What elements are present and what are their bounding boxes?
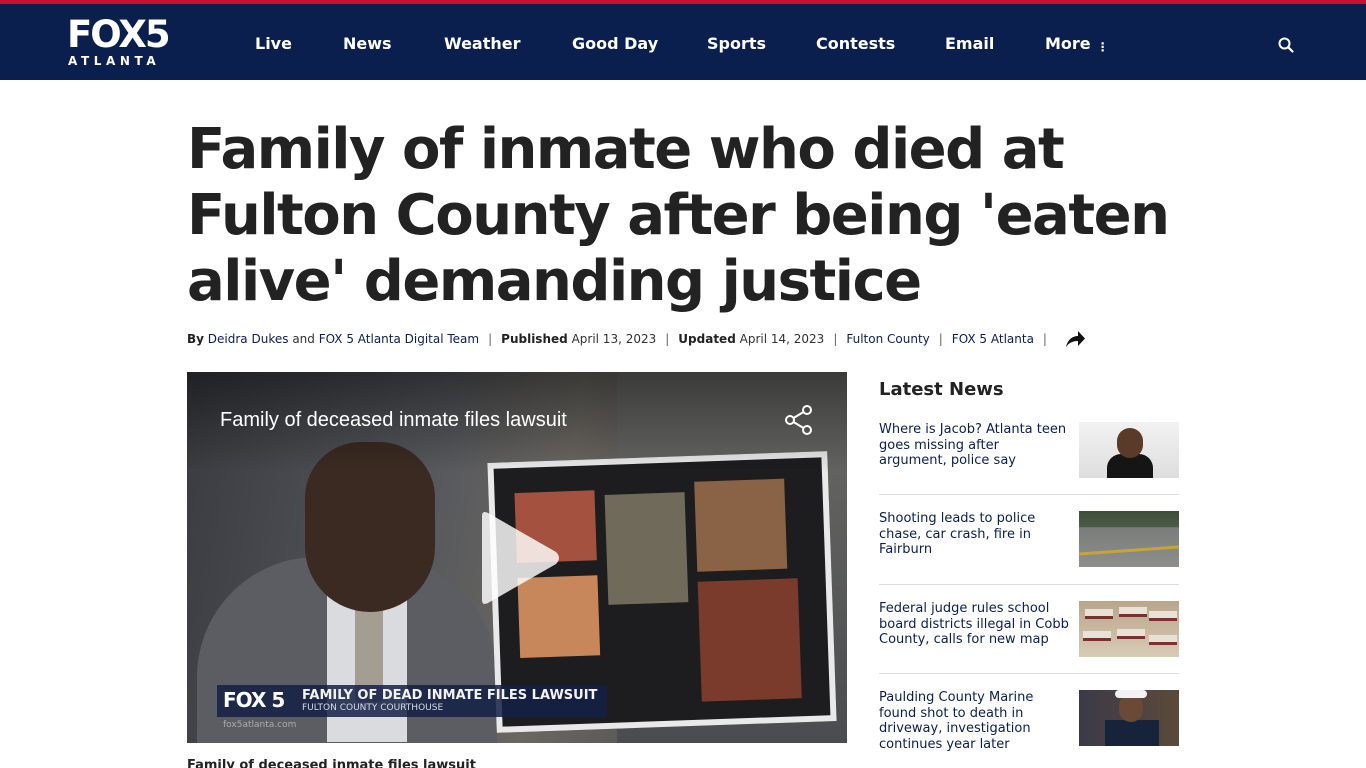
byline-and: and: [292, 332, 315, 346]
news-divider: [879, 494, 1179, 495]
fox5-atlanta-logo[interactable]: FOX5 ATLANTA: [67, 16, 181, 70]
latest-news-thumbnail[interactable]: [1079, 690, 1179, 746]
latest-news-item[interactable]: Shooting leads to police chase, car cras…: [879, 511, 1179, 585]
thumb-figure: [1117, 428, 1143, 458]
news-divider: [879, 584, 1179, 585]
byline-divider: |: [938, 332, 943, 346]
lower-third-url: fox5atlanta.com: [223, 720, 297, 730]
nav-more[interactable]: More ⋮: [1045, 34, 1109, 57]
video-caption: Family of deceased inmate files lawsuit: [187, 758, 476, 768]
nav-news[interactable]: News: [343, 34, 392, 54]
tag-fulton-county[interactable]: Fulton County: [846, 330, 929, 348]
board-photo: [694, 478, 788, 572]
vertical-dots-icon: ⋮: [1096, 40, 1109, 54]
latest-news-thumbnail[interactable]: [1079, 422, 1179, 478]
latest-news-headline[interactable]: Where is Jacob? Atlanta teen goes missin…: [879, 422, 1069, 469]
news-divider: [879, 673, 1179, 674]
thumb-road-line: [1079, 545, 1179, 556]
latest-news-title: Latest News: [879, 379, 1004, 400]
logo-city: ATLANTA: [68, 54, 161, 68]
thumb-figure: [1105, 720, 1159, 746]
lower-third-location: FULTON COUNTY COURTHOUSE: [302, 703, 444, 713]
nav-live[interactable]: Live: [255, 34, 292, 54]
published-label: Published: [501, 332, 568, 346]
updated-label: Updated: [678, 332, 736, 346]
article-headline: Family of inmate who died at Fulton Coun…: [187, 117, 1170, 314]
share-arrow-icon[interactable]: [1064, 329, 1086, 349]
video-share-icon[interactable]: [783, 404, 815, 436]
latest-news-item[interactable]: Federal judge rules school board distric…: [879, 601, 1179, 675]
thumb-desk: [1149, 635, 1177, 645]
latest-news-headline[interactable]: Federal judge rules school board distric…: [879, 601, 1069, 648]
author-link-2[interactable]: FOX 5 Atlanta Digital Team: [319, 330, 479, 348]
thumb-desk: [1149, 611, 1177, 621]
article-byline: By Deidra Dukes and FOX 5 Atlanta Digita…: [187, 330, 1086, 348]
byline-divider: |: [833, 332, 838, 346]
latest-news-item[interactable]: Paulding County Marine found shot to dea…: [879, 690, 1179, 764]
published-date: April 13, 2023: [571, 332, 657, 346]
lower-third-logo: FOX 5: [223, 688, 285, 712]
latest-news-thumbnail[interactable]: [1079, 511, 1179, 567]
latest-news-headline[interactable]: Shooting leads to police chase, car cras…: [879, 511, 1069, 558]
nav-more-label: More: [1045, 34, 1091, 53]
video-player[interactable]: Family of deceased inmate files lawsuit …: [187, 372, 847, 743]
site-header: FOX5 ATLANTA Live News Weather Good Day …: [0, 4, 1366, 80]
logo-wordmark: FOX5: [67, 13, 171, 56]
updated-date: April 14, 2023: [739, 332, 825, 346]
video-title: Family of deceased inmate files lawsuit: [220, 409, 567, 431]
author-link-1[interactable]: Deidra Dukes: [208, 330, 289, 348]
byline-divider: |: [1042, 332, 1047, 346]
nav-weather[interactable]: Weather: [444, 34, 521, 54]
tag-fox5-atlanta[interactable]: FOX 5 Atlanta: [952, 330, 1034, 348]
byline-divider: |: [665, 332, 670, 346]
nav-contests[interactable]: Contests: [816, 34, 895, 54]
thumb-desk: [1083, 631, 1111, 641]
board-photo: [697, 578, 802, 702]
byline-by-label: By: [187, 332, 204, 346]
latest-news-headline[interactable]: Paulding County Marine found shot to dea…: [879, 690, 1069, 752]
thumb-desk: [1117, 629, 1145, 639]
thumb-figure: [1115, 690, 1147, 698]
thumb-desk: [1085, 609, 1113, 619]
play-icon[interactable]: [474, 508, 562, 608]
lower-third-headline: FAMILY OF DEAD INMATE FILES LAWSUIT: [302, 688, 598, 703]
thumb-figure: [1119, 694, 1143, 722]
search-icon[interactable]: [1277, 36, 1295, 54]
latest-news-thumbnail[interactable]: [1079, 601, 1179, 657]
thumb-desk: [1119, 607, 1147, 617]
nav-email[interactable]: Email: [945, 34, 994, 54]
board-photo: [604, 492, 689, 605]
nav-sports[interactable]: Sports: [707, 34, 766, 54]
latest-news-item[interactable]: Where is Jacob? Atlanta teen goes missin…: [879, 422, 1179, 496]
nav-good-day[interactable]: Good Day: [572, 34, 658, 54]
byline-divider: |: [488, 332, 493, 346]
